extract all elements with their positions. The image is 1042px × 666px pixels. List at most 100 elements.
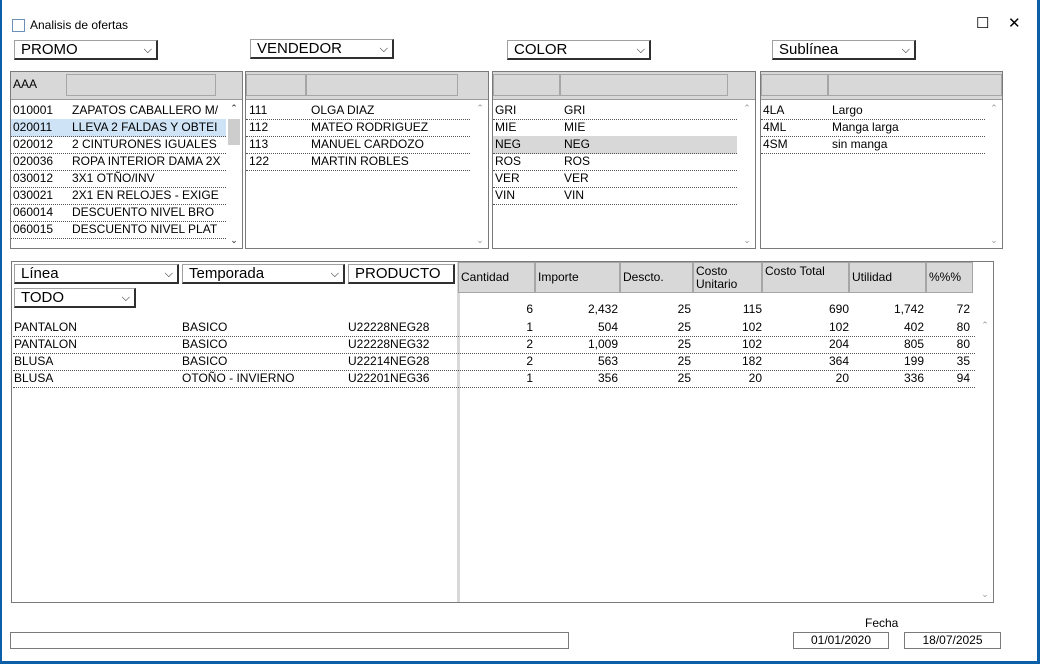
product-descto: 25 [677, 354, 691, 368]
scroll-down-icon[interactable]: ⌄ [739, 235, 755, 246]
list-item[interactable]: 122 MARTIN ROBLES [246, 153, 470, 171]
product-utilidad: 805 [903, 337, 924, 351]
scroll-up-icon[interactable]: ⌃ [226, 103, 242, 114]
vendedor-code: 112 [249, 120, 269, 134]
scroll-up-icon[interactable]: ⌃ [977, 320, 993, 331]
col-pct[interactable]: %%% [926, 262, 973, 293]
table-row[interactable]: BLUSA OTOÑO - INVIERNO U22201NEG36 1 356 25 20… [13, 370, 975, 388]
sublinea-dropdown[interactable]: Sublínea ⌵ [772, 40, 916, 60]
vendedor-list: 111 OLGA DIAZ 112 MATEO RODRIGUEZ 113 MANUEL … [245, 71, 489, 249]
promo-desc: 2X1 EN RELOJES - EXIGE [72, 188, 219, 202]
list-item[interactable]: ROS ROS [493, 153, 737, 171]
color-code: NEG [495, 137, 522, 151]
scroll-up-icon[interactable]: ⌃ [739, 103, 755, 114]
promo-code: 020036 [13, 154, 54, 168]
product-descto: 25 [677, 320, 691, 334]
scroll-down-icon[interactable]: ⌄ [472, 235, 488, 246]
list-item[interactable]: 020012 2 CINTURONES IGUALES [11, 136, 226, 154]
vendedor-name: MARTIN ROBLES [311, 154, 409, 168]
grid-scrollbar[interactable]: ⌃ ⌄ [977, 318, 993, 602]
temporada-dropdown-value: Temporada [189, 265, 265, 282]
vendedor-list-header [246, 72, 488, 100]
list-item[interactable]: 010001 ZAPATOS CABALLERO M/ [11, 102, 226, 120]
sublinea-scrollbar[interactable]: ⌃ ⌄ [986, 101, 1002, 248]
col-costo-unitario[interactable]: Costo Unitario [693, 262, 762, 293]
list-item[interactable]: 4LA Largo [761, 102, 985, 120]
close-button[interactable]: ✕ [1008, 16, 1021, 32]
product-linea: PANTALON [14, 320, 77, 334]
product-costo-unitario: 20 [748, 371, 762, 385]
product-utilidad: 402 [903, 320, 924, 334]
chevron-down-icon: ⌵ [379, 43, 388, 55]
list-item[interactable]: 020036 ROPA INTERIOR DAMA 2X [11, 153, 226, 171]
list-item[interactable]: GRI GRI [493, 102, 737, 120]
scroll-up-icon[interactable]: ⌃ [472, 103, 488, 114]
list-item[interactable]: VER VER [493, 170, 737, 188]
chevron-down-icon: ⌵ [330, 268, 339, 280]
product-temporada: BASICO [182, 354, 228, 368]
promo-dropdown[interactable]: PROMO ⌵ [14, 40, 158, 60]
col-utilidad[interactable]: Utilidad [849, 262, 926, 293]
table-row[interactable]: PANTALON BASICO U22228NEG28 1 504 25 102 102 402… [13, 319, 975, 337]
list-item[interactable]: VIN VIN [493, 187, 737, 205]
color-code: ROS [495, 154, 522, 168]
fecha-hasta-field[interactable]: 18/07/2025 [904, 632, 1001, 649]
promo-code: 020011 [13, 120, 53, 134]
product-cantidad: 2 [526, 354, 533, 368]
list-item[interactable]: 030012 3X1 OTÑO/INV [11, 170, 226, 188]
product-pct: 80 [956, 320, 970, 334]
vendedor-dropdown[interactable]: VENDEDOR ⌵ [250, 39, 394, 59]
table-row[interactable]: BLUSA BASICO U22214NEG28 2 563 25 182 364 199 35 [13, 353, 975, 371]
color-code: VER [495, 171, 520, 185]
col-importe[interactable]: Importe [535, 262, 620, 293]
promo-list: AAA 010001 ZAPATOS CABALLERO M/020011 LLEV… [10, 71, 243, 249]
table-row[interactable]: PANTALON BASICO U22228NEG32 2 1,009 25 102 204 8… [13, 336, 975, 354]
total-costo-total: 690 [828, 302, 849, 316]
product-costo-unitario: 102 [741, 337, 762, 351]
list-item[interactable]: MIE MIE [493, 119, 737, 137]
product-costo-unitario: 182 [741, 354, 762, 368]
fecha-desde-field[interactable]: 01/01/2020 [793, 632, 889, 649]
total-importe: 2,432 [587, 302, 618, 316]
scroll-down-icon[interactable]: ⌄ [986, 235, 1002, 246]
promo-header-filter[interactable] [66, 74, 216, 96]
maximize-button[interactable]: ☐ [976, 16, 989, 32]
scroll-thumb[interactable] [228, 119, 240, 145]
vendedor-header-code[interactable] [246, 74, 306, 96]
list-item[interactable]: 4ML Manga larga [761, 119, 985, 137]
list-item[interactable]: 030021 2X1 EN RELOJES - EXIGE [11, 187, 226, 205]
window-title: Analisis de ofertas [30, 18, 129, 32]
color-header-name[interactable] [560, 74, 728, 96]
todo-dropdown[interactable]: TODO ⌵ [14, 288, 136, 308]
list-item[interactable]: 111 OLGA DIAZ [246, 102, 470, 120]
col-cantidad[interactable]: Cantidad [458, 262, 535, 293]
linea-dropdown-value: Línea [21, 265, 59, 282]
sublinea-header-name[interactable] [828, 74, 1002, 96]
scroll-down-icon[interactable]: ⌄ [226, 235, 242, 246]
list-item[interactable]: 060015 DESCUENTO NIVEL PLAT [11, 221, 226, 239]
linea-dropdown[interactable]: Línea ⌵ [14, 264, 179, 284]
color-header-code[interactable] [493, 74, 560, 96]
promo-scrollbar[interactable]: ⌃ ⌄ [226, 101, 242, 248]
product-descto: 25 [677, 371, 691, 385]
vendedor-scrollbar[interactable]: ⌃ ⌄ [472, 101, 488, 248]
vendedor-header-name[interactable] [306, 74, 458, 96]
list-item[interactable]: 4SM sin manga [761, 136, 985, 154]
scroll-up-icon[interactable]: ⌃ [986, 103, 1002, 114]
list-item[interactable]: 112 MATEO RODRIGUEZ [246, 119, 470, 137]
list-item[interactable]: NEG NEG [493, 136, 737, 154]
list-item[interactable]: 020011 LLEVA 2 FALDAS Y OBTEI [11, 119, 226, 137]
list-item[interactable]: 060014 DESCUENTO NIVEL BRO [11, 204, 226, 222]
sublinea-header-code[interactable] [761, 74, 828, 96]
color-dropdown[interactable]: COLOR ⌵ [507, 40, 651, 60]
product-importe: 356 [597, 371, 618, 385]
col-costo-total[interactable]: Costo Total [762, 262, 849, 293]
list-item[interactable]: 113 MANUEL CARDOZO [246, 136, 470, 154]
scroll-down-icon[interactable]: ⌄ [977, 589, 993, 600]
producto-field[interactable]: PRODUCTO [348, 264, 455, 284]
color-scrollbar[interactable]: ⌃ ⌄ [739, 101, 755, 248]
col-descto[interactable]: Descto. [620, 262, 693, 293]
vendedor-name: MATEO RODRIGUEZ [311, 120, 429, 134]
temporada-dropdown[interactable]: Temporada ⌵ [182, 264, 345, 284]
total-costo-unitario: 115 [742, 302, 762, 316]
